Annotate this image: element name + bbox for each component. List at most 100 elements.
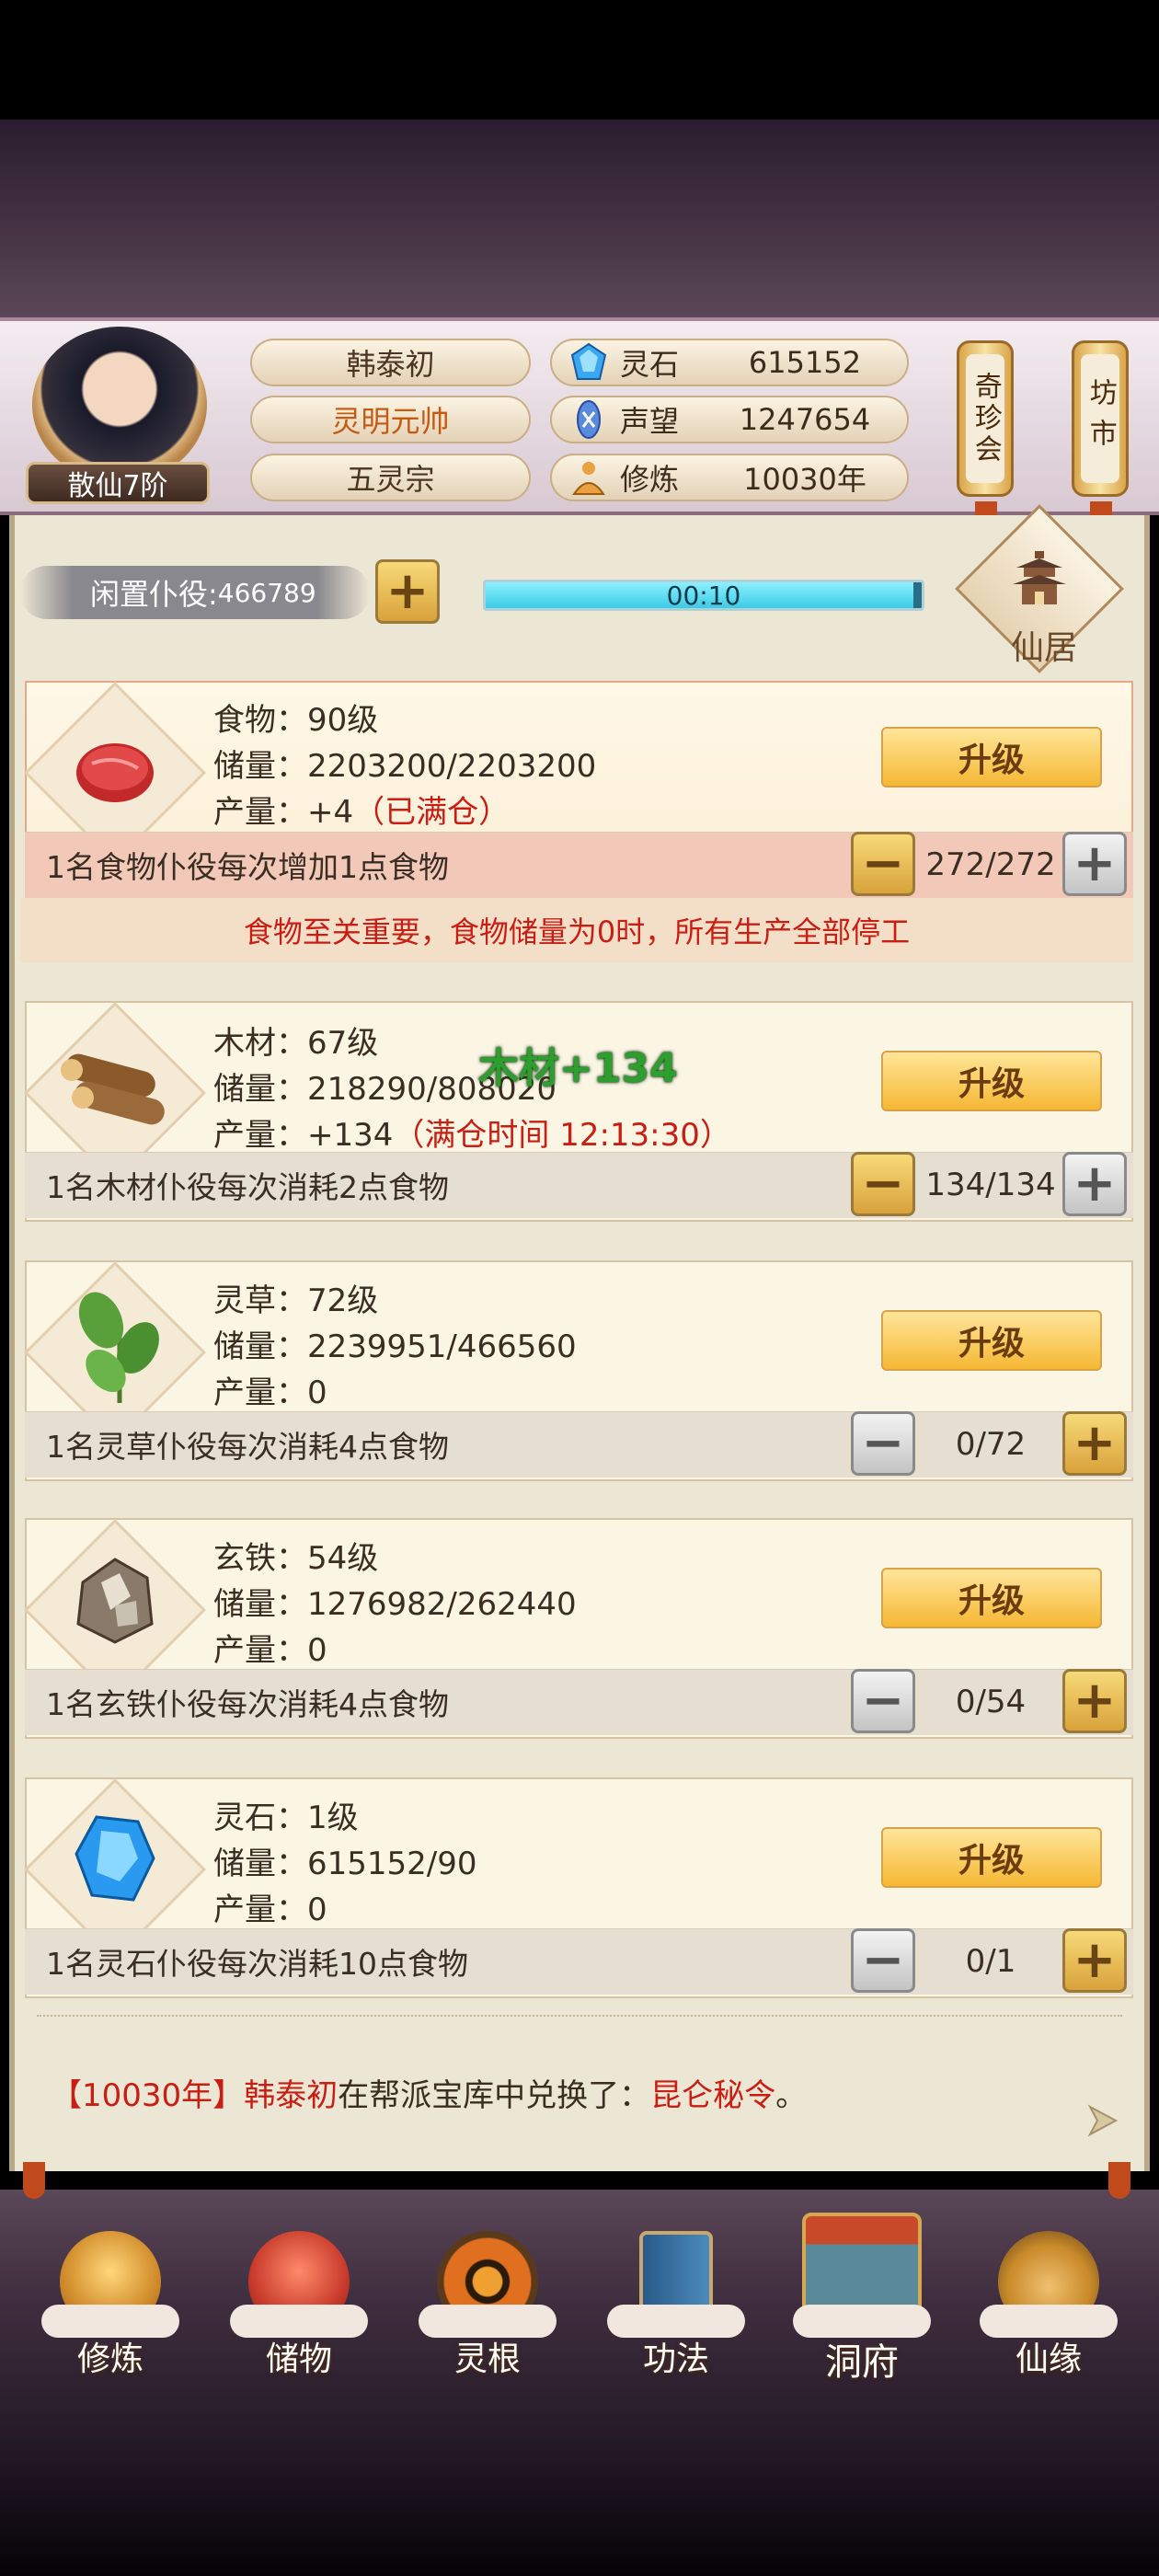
player-title[interactable]: 灵明元帅 (250, 396, 531, 443)
market-button[interactable]: 坊市 (1072, 340, 1129, 497)
idle-servants: 闲置仆役: 466789 (20, 566, 370, 619)
iron-plus-button[interactable]: + (1062, 1669, 1127, 1733)
wood-level: 木材：67级 (213, 1025, 379, 1062)
floating-gain-text: 木材+134 (478, 1045, 678, 1092)
treasure-hall-scroll: 奇珍会 (966, 354, 1004, 483)
food-worker-count: 272/272 (925, 846, 1056, 883)
upgrade-label: 升级 (958, 1582, 1025, 1620)
food-storage: 储量：2203200/2203200 (213, 748, 597, 785)
pagoda-icon (1013, 551, 1066, 604)
minus-icon: − (861, 834, 905, 893)
resource-label: 灵石 (620, 347, 680, 382)
plus-icon: + (1073, 1930, 1117, 1990)
player-name: 韩泰初 (250, 339, 531, 386)
residence-label: 仙居 (1010, 629, 1077, 667)
upgrade-label: 升级 (958, 1325, 1025, 1363)
ornament-divider (37, 2015, 1122, 2020)
nav-label: 储物 (265, 2340, 332, 2378)
minus-icon: − (861, 1671, 905, 1731)
resource-prestige: 声望 1247654 (550, 396, 909, 443)
resource-cultivation: 修炼 10030年 (550, 454, 909, 501)
spirit-crystal-icon (75, 1815, 155, 1902)
minus-icon: − (861, 1413, 905, 1473)
stone-storage: 储量：615152/90 (213, 1846, 477, 1882)
stone-plus-button[interactable]: + (1062, 1928, 1127, 1993)
log-player-name: 韩泰初 (244, 2077, 339, 2114)
nav-label: 灵根 (453, 2340, 521, 2378)
herb-plus-button[interactable]: + (1062, 1411, 1127, 1476)
top-background (0, 120, 1159, 317)
iron-output: 产量：0 (213, 1625, 327, 1670)
nav-label: 修炼 (76, 2340, 143, 2378)
minus-icon: − (861, 1154, 905, 1213)
idle-servants-value: 466789 (217, 577, 316, 608)
resource-label: 修炼 (620, 462, 680, 497)
player-avatar[interactable] (32, 327, 207, 483)
player-sect[interactable]: 五灵宗 (250, 454, 531, 501)
nav-storage[interactable]: 储物 (230, 2231, 368, 2406)
nav-techniques[interactable]: 功法 (607, 2231, 745, 2406)
stone-upgrade-button[interactable]: 升级 (881, 1827, 1102, 1888)
nav-fate[interactable]: 仙缘 (980, 2231, 1118, 2406)
upgrade-label: 升级 (958, 742, 1025, 779)
herb-level: 灵草：72级 (213, 1282, 379, 1319)
nav-cultivation[interactable]: 修炼 (41, 2231, 179, 2406)
stone-minus-button[interactable]: − (851, 1928, 915, 1993)
resource-spirit-stone: 灵石 615152 (550, 339, 909, 386)
expand-arrow-icon[interactable] (1081, 2098, 1127, 2144)
idle-servants-label: 闲置仆役: (90, 577, 218, 612)
iron-ore-icon (76, 1558, 154, 1644)
treasure-hall-button[interactable]: 奇珍会 (957, 340, 1014, 497)
stone-worker-count: 0/1 (965, 1943, 1016, 1980)
plus-icon: + (1073, 1413, 1117, 1473)
herb-storage: 储量：2239951/466560 (213, 1328, 577, 1365)
resource-value: 1247654 (739, 402, 871, 437)
iron-level: 玄铁：54级 (213, 1540, 379, 1577)
plus-icon: + (1073, 1154, 1117, 1213)
herb-worker-text: 1名灵草仆役每次消耗4点食物 (46, 1429, 449, 1465)
herb-upgrade-button[interactable]: 升级 (881, 1310, 1102, 1371)
resource-value: 10030年 (743, 462, 866, 497)
plus-icon: + (1073, 1671, 1117, 1731)
meat-icon (76, 743, 154, 802)
stone-level: 灵石：1级 (213, 1800, 359, 1836)
herb-output: 产量：0 (213, 1367, 327, 1412)
food-minus-button[interactable]: − (851, 832, 915, 896)
food-worker-text: 1名食物仆役每次增加1点食物 (46, 849, 449, 885)
add-servant-button[interactable]: + (375, 559, 440, 624)
wood-logs-icon (61, 1053, 165, 1125)
log-end: 。 (775, 2077, 808, 2114)
food-plus-button[interactable]: + (1062, 832, 1127, 896)
prestige-icon (577, 400, 601, 439)
wood-output: 产量：+134（满仓时间 12:13:30） (213, 1110, 731, 1155)
food-upgrade-button[interactable]: 升级 (881, 727, 1102, 788)
resource-label: 声望 (620, 404, 680, 439)
iron-upgrade-button[interactable]: 升级 (881, 1568, 1102, 1628)
wood-minus-button[interactable]: − (851, 1152, 915, 1216)
wood-output-note: （满仓时间 12:13:30） (393, 1117, 731, 1154)
nav-spirit-root[interactable]: 灵根 (419, 2231, 557, 2406)
treasure-hall-label: 奇珍会 (969, 372, 1002, 466)
food-output: 产量：+4（已满仓） (213, 787, 510, 832)
event-log: 【10030年】韩泰初在帮派宝库中兑换了：昆仑秘令。 (51, 2070, 807, 2115)
nav-cave-mansion[interactable]: 洞府 (793, 2213, 931, 2406)
wood-worker-text: 1名木材仆役每次消耗2点食物 (46, 1169, 449, 1205)
log-year: 【10030年】 (51, 2077, 245, 2114)
bottom-nav: 修炼 储物 灵根 功法 洞府 仙缘 (0, 2185, 1159, 2384)
herb-output-value: 产量：0 (213, 1374, 327, 1411)
resource-value: 615152 (748, 345, 862, 380)
cultivation-icon (572, 462, 605, 495)
timer-text: 00:10 (666, 580, 741, 611)
herb-minus-button[interactable]: − (851, 1411, 915, 1476)
stone-output: 产量：0 (213, 1884, 327, 1929)
player-sect-text: 五灵宗 (346, 462, 435, 497)
food-output-value: 产量：+4 (213, 794, 354, 831)
nav-label: 洞府 (825, 2341, 899, 2384)
wood-plus-button[interactable]: + (1062, 1152, 1127, 1216)
herb-worker-count: 0/72 (955, 1426, 1027, 1463)
wood-upgrade-button[interactable]: 升级 (881, 1051, 1102, 1111)
wood-worker-count: 134/134 (925, 1167, 1056, 1203)
iron-minus-button[interactable]: − (851, 1669, 915, 1733)
food-output-note: （已满仓） (353, 794, 511, 831)
food-notice-text: 食物至关重要，食物储量为0时，所有生产全部停工 (243, 914, 911, 949)
